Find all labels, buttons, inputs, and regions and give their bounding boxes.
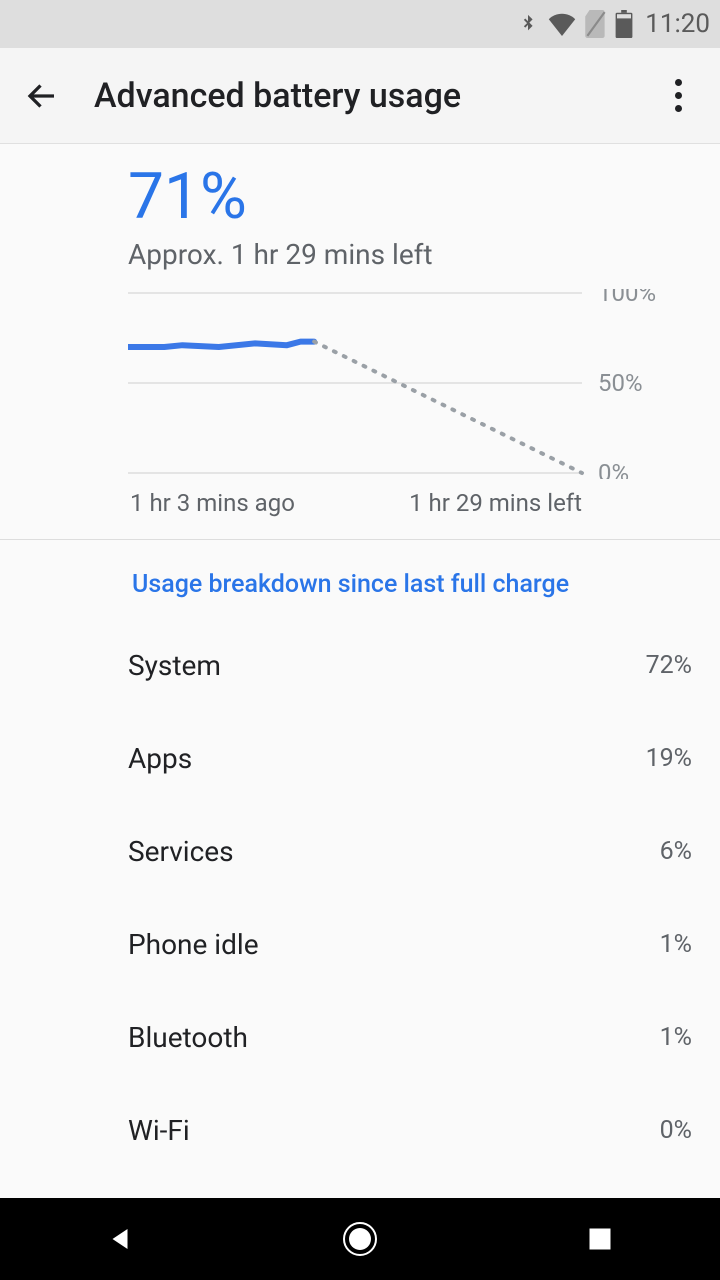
battery-chart[interactable]: 100% 50% 0% 1 hr 3 mins ago 1 hr 29 mins l…: [128, 289, 692, 517]
svg-text:100%: 100%: [598, 289, 656, 307]
breakdown-item[interactable]: Wi-Fi0%: [0, 1084, 720, 1177]
battery-percent: 71%: [128, 162, 692, 232]
breakdown-header: Usage breakdown since last full charge: [0, 540, 720, 619]
breakdown-item-value: 1%: [660, 930, 692, 959]
breakdown-item-label: Apps: [128, 742, 646, 775]
breakdown-item-label: Services: [128, 835, 660, 868]
nav-recent-button[interactable]: [540, 1209, 660, 1269]
breakdown-item-label: Bluetooth: [128, 1021, 660, 1054]
breakdown-item-value: 72%: [646, 651, 692, 680]
breakdown-item[interactable]: Phone idle1%: [0, 898, 720, 991]
breakdown-item-label: Phone idle: [128, 928, 660, 961]
back-button[interactable]: [20, 74, 64, 118]
more-vert-icon: [675, 79, 682, 112]
breakdown-list: System72%Apps19%Services6%Phone idle1%Bl…: [0, 619, 720, 1177]
breakdown-item[interactable]: Bluetooth1%: [0, 991, 720, 1084]
page-title: Advanced battery usage: [94, 76, 656, 116]
breakdown-item-label: Wi-Fi: [128, 1114, 660, 1147]
battery-summary: 71% Approx. 1 hr 29 mins left 100% 50% 0% …: [0, 154, 720, 517]
overflow-menu-button[interactable]: [656, 74, 700, 118]
chart-x-start-label: 1 hr 3 mins ago: [130, 489, 295, 517]
breakdown-item-value: 0%: [660, 1116, 692, 1145]
status-clock: 11:20: [645, 9, 710, 39]
breakdown-item-value: 6%: [660, 837, 692, 866]
battery-icon: [615, 10, 633, 38]
breakdown-item-value: 19%: [646, 744, 692, 773]
breakdown-item[interactable]: Services6%: [0, 805, 720, 898]
chart-x-end-label: 1 hr 29 mins left: [409, 489, 582, 517]
navigation-bar: [0, 1198, 720, 1280]
content: 71% Approx. 1 hr 29 mins left 100% 50% 0% …: [0, 144, 720, 1177]
bluetooth-icon: [517, 9, 539, 39]
breakdown-item-value: 1%: [660, 1023, 692, 1052]
battery-estimate: Approx. 1 hr 29 mins left: [128, 238, 692, 271]
svg-text:50%: 50%: [598, 369, 643, 397]
status-bar: 11:20: [0, 0, 720, 48]
app-bar: Advanced battery usage: [0, 48, 720, 144]
no-sim-icon: [585, 10, 607, 38]
nav-home-button[interactable]: [300, 1209, 420, 1269]
breakdown-item[interactable]: Apps19%: [0, 712, 720, 805]
wifi-icon: [547, 12, 577, 36]
nav-back-button[interactable]: [60, 1209, 180, 1269]
breakdown-item-label: System: [128, 649, 646, 682]
breakdown-item[interactable]: System72%: [0, 619, 720, 712]
svg-text:0%: 0%: [598, 459, 629, 479]
